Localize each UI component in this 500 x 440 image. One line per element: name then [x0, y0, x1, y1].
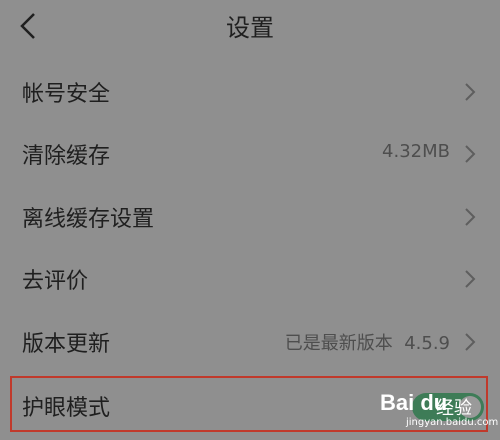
settings-item-label: 版本更新: [22, 332, 111, 357]
version-status-value: 已是最新版本 4.5.9: [284, 333, 450, 354]
cache-size-value: 4.32MB: [382, 141, 450, 162]
settings-item-label: 去评价: [22, 269, 89, 294]
header: 设置: [0, 0, 500, 52]
settings-item-offline-cache[interactable]: 离线缓存设置: [0, 187, 500, 247]
chevron-right-icon: [465, 208, 476, 226]
settings-item-rate[interactable]: 去评价: [0, 249, 500, 309]
settings-item-label: 离线缓存设置: [22, 207, 155, 232]
chevron-right-icon: [465, 145, 476, 163]
settings-item-account-security[interactable]: 帐号安全: [0, 62, 500, 122]
chevron-right-icon: [465, 270, 476, 288]
settings-item-version-update[interactable]: 版本更新 已是最新版本 4.5.9: [0, 312, 500, 372]
settings-item-label: 帐号安全: [22, 82, 111, 107]
chevron-right-icon: [465, 83, 476, 101]
settings-item-label: 清除缓存: [22, 144, 111, 169]
watermark-url: jingyan.baidu.com: [406, 417, 499, 428]
page-title: 设置: [226, 14, 274, 42]
chevron-right-icon: [465, 333, 476, 351]
settings-item-clear-cache[interactable]: 清除缓存 4.32MB: [0, 124, 500, 184]
baidu-jingyan-watermark: Bai du 经验 jingyan.baidu.com: [380, 384, 498, 434]
